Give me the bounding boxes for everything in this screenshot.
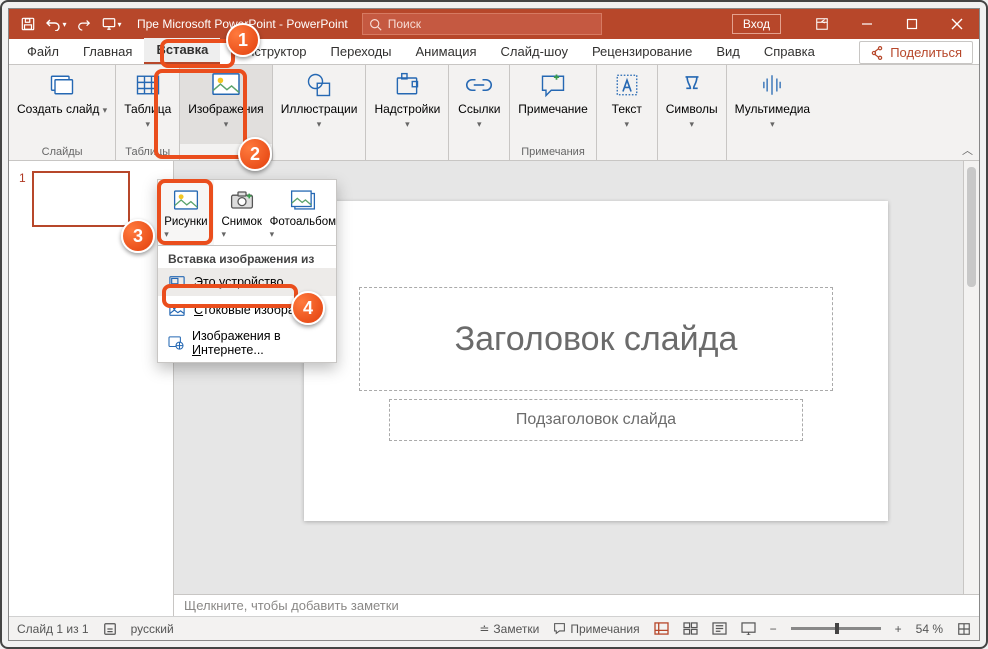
maximize-icon[interactable] [889, 9, 934, 39]
search-placeholder: Поиск [388, 17, 421, 31]
group-comments: Примечания [510, 144, 595, 160]
media-button[interactable]: Мультимедиа▾ [727, 65, 818, 144]
images-icon [210, 69, 242, 101]
text-button[interactable]: Текст▾ [597, 65, 657, 144]
start-show-icon[interactable]: ▾ [101, 13, 123, 35]
shapes-icon [303, 69, 335, 101]
notes-toggle[interactable]: ≐ Заметки [479, 622, 539, 636]
slide[interactable]: Заголовок слайда Подзаголовок слайда [304, 201, 888, 521]
device-icon [168, 273, 186, 291]
stock-icon [168, 301, 186, 319]
symbols-icon [676, 69, 708, 101]
undo-icon[interactable]: ▾ [45, 13, 67, 35]
group-slides: Слайды [9, 144, 115, 160]
ribbon-tabs: Файл Главная Вставка Конструктор Переход… [9, 39, 979, 65]
subtitle-placeholder[interactable]: Подзаголовок слайда [389, 399, 803, 441]
fit-window-icon[interactable] [957, 622, 971, 636]
links-button[interactable]: Ссылки▾ [449, 65, 509, 144]
tab-view[interactable]: Вид [704, 40, 752, 64]
new-slide-icon [46, 69, 78, 101]
slide-position: Слайд 1 из 1 [17, 622, 89, 636]
title-bar: ▾ ▾ Пре Microsoft PowerPoint - PowerPoin… [9, 9, 979, 39]
symbols-button[interactable]: Символы▾ [658, 65, 726, 144]
search-input[interactable]: Поиск [362, 13, 602, 35]
tab-slideshow[interactable]: Слайд-шоу [489, 40, 580, 64]
comment-icon [537, 69, 569, 101]
tab-file[interactable]: Файл [15, 40, 71, 64]
table-button[interactable]: Таблица▾ [116, 65, 179, 144]
callout-2: 2 [238, 137, 272, 171]
save-icon[interactable] [17, 13, 39, 35]
collapse-ribbon-icon[interactable]: ︿ [962, 142, 973, 158]
zoom-in-button[interactable]: + [895, 622, 902, 636]
menu-online-images[interactable]: Изображения в Интернете... [158, 324, 336, 362]
illustrations-button[interactable]: Иллюстрации▾ [273, 65, 366, 144]
globe-icon [168, 334, 184, 352]
tab-animation[interactable]: Анимация [404, 40, 489, 64]
table-icon [132, 69, 164, 101]
addins-icon [391, 69, 423, 101]
comment-button[interactable]: Примечание [510, 65, 595, 144]
zoom-value[interactable]: 54 % [916, 622, 943, 636]
callout-4: 4 [291, 291, 325, 325]
callout-3: 3 [121, 219, 155, 253]
status-bar: Слайд 1 из 1 русский ≐ Заметки Примечани… [9, 616, 979, 640]
picture-icon [172, 186, 200, 214]
language-indicator[interactable]: русский [131, 622, 174, 636]
menu-this-device-label: то устройство... [203, 275, 294, 289]
tab-review[interactable]: Рецензирование [580, 40, 704, 64]
zoom-slider[interactable] [791, 627, 881, 630]
view-reading-icon[interactable] [712, 622, 727, 635]
title-placeholder[interactable]: Заголовок слайда [359, 287, 833, 391]
view-slideshow-icon[interactable] [741, 622, 756, 635]
slide-thumbnail[interactable] [32, 171, 130, 227]
addins-button[interactable]: Надстройки▾ [366, 65, 448, 144]
minimize-icon[interactable] [844, 9, 889, 39]
images-dropdown: Рисунки▾ Снимок▾ Фотоальбом▾ Вставка изо… [157, 179, 337, 363]
share-label: Поделиться [890, 45, 962, 60]
close-icon[interactable] [934, 9, 979, 39]
share-button[interactable]: Поделиться [859, 41, 973, 64]
album-icon [289, 186, 317, 214]
new-slide-button[interactable]: Создать слайд ▾ [9, 65, 115, 144]
media-icon [756, 69, 788, 101]
ribbon: Создать слайд ▾ Слайды Таблица▾ Таблицы … [9, 65, 979, 161]
tab-insert[interactable]: Вставка [144, 38, 220, 64]
redo-icon[interactable] [73, 13, 95, 35]
pictures-button[interactable]: Рисунки▾ [158, 180, 214, 245]
login-button[interactable]: Вход [732, 14, 781, 34]
screenshot-button[interactable]: Снимок▾ [214, 180, 270, 245]
ribbon-options-icon[interactable] [799, 9, 844, 39]
thumb-index: 1 [19, 171, 26, 227]
camera-icon [228, 186, 256, 214]
photoalbum-button[interactable]: Фотоальбом▾ [270, 180, 336, 245]
tab-home[interactable]: Главная [71, 40, 144, 64]
spellcheck-icon[interactable] [103, 622, 117, 636]
tab-transitions[interactable]: Переходы [319, 40, 404, 64]
search-icon [369, 18, 382, 31]
zoom-out-button[interactable]: − [770, 622, 777, 636]
comments-toggle[interactable]: Примечания [553, 622, 639, 636]
group-tables: Таблицы [116, 144, 179, 160]
tab-help[interactable]: Справка [752, 40, 827, 64]
view-normal-icon[interactable] [654, 622, 669, 635]
vertical-scrollbar[interactable] [963, 161, 979, 594]
link-icon [463, 69, 495, 101]
callout-1: 1 [226, 23, 260, 57]
text-icon [611, 69, 643, 101]
popup-header: Вставка изображения из [158, 246, 336, 268]
notes-prompt[interactable]: Щелкните, чтобы добавить заметки [174, 594, 979, 616]
share-icon [870, 46, 884, 60]
images-button[interactable]: Изображения▾ [180, 65, 271, 144]
view-sorter-icon[interactable] [683, 622, 698, 635]
